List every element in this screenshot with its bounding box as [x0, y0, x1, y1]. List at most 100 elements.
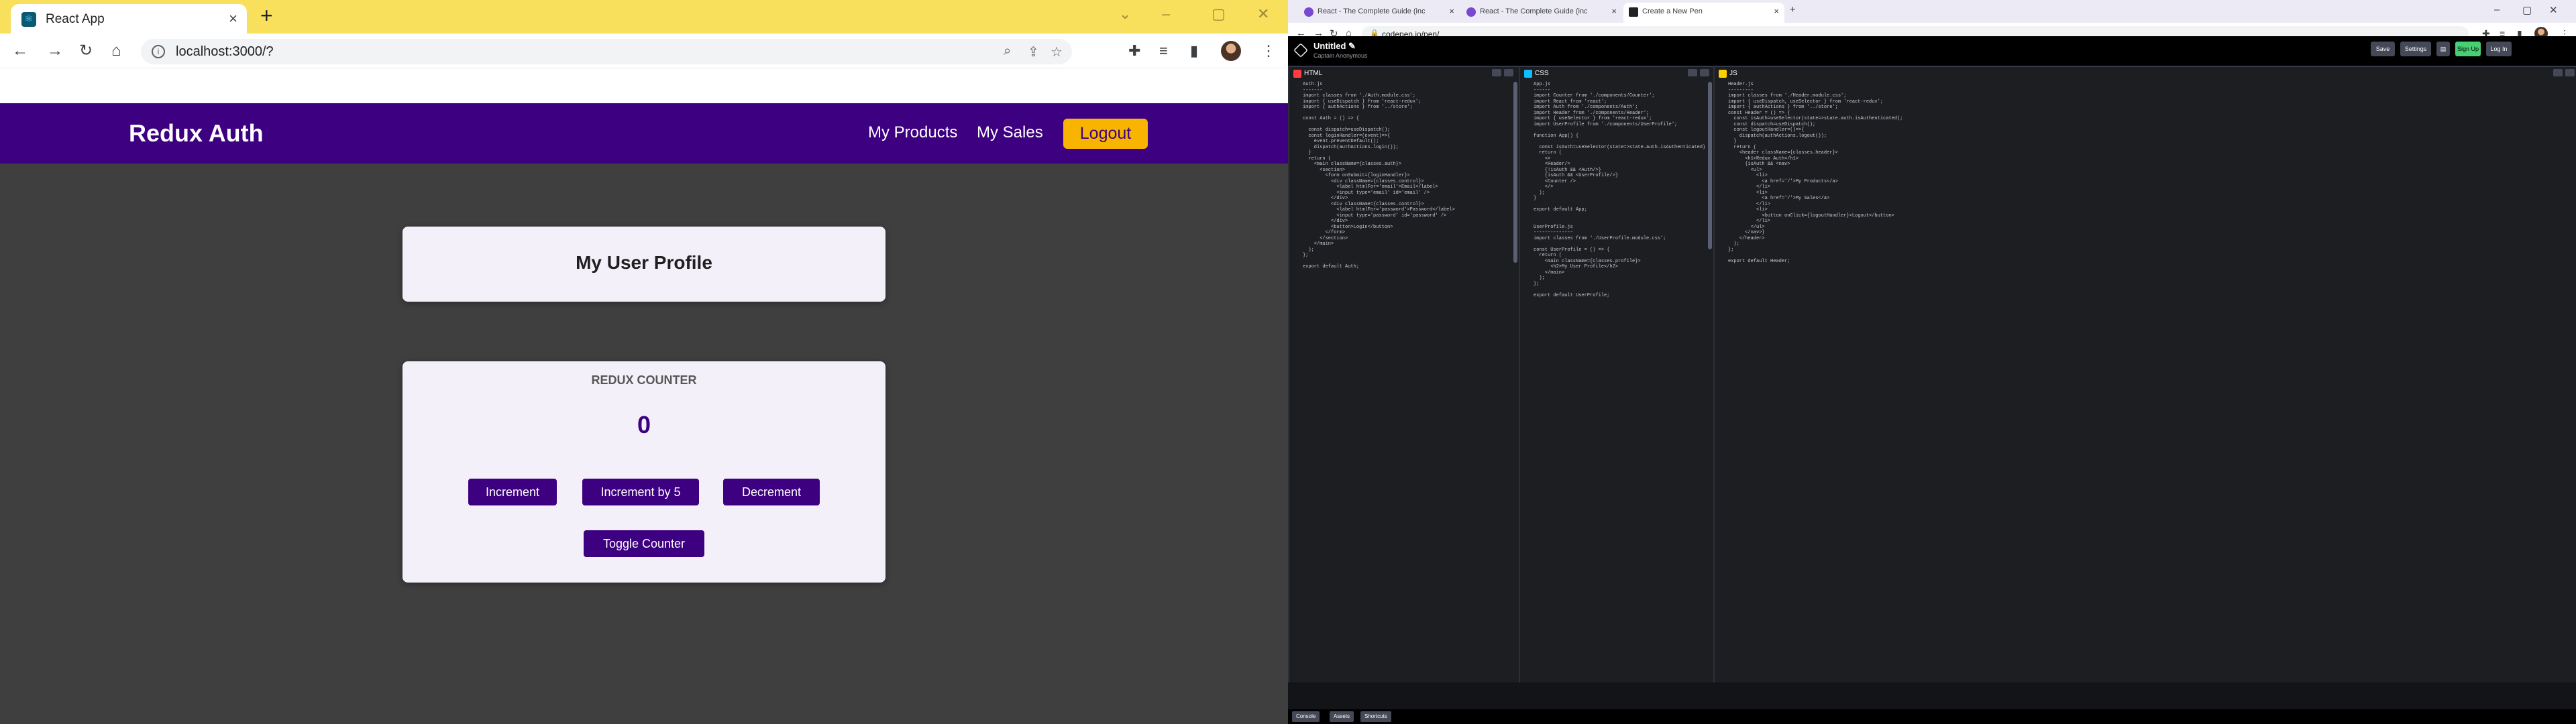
code-line: ); [1728, 241, 1739, 247]
layout-icon[interactable]: ▤ [2436, 42, 2450, 56]
toggle-counter-button[interactable]: Toggle Counter [584, 530, 704, 557]
address-url[interactable]: localhost:3000/? [176, 44, 274, 60]
code-line: import { authActions } from '../store'; [1303, 105, 1413, 110]
code-line: import React from 'react'; [1534, 99, 1607, 105]
avatar[interactable] [1221, 41, 1241, 61]
zoom-icon[interactable]: ⌕ [1004, 44, 1011, 59]
increment-by-5-button[interactable]: Increment by 5 [582, 479, 699, 505]
menu-icon[interactable]: ⋮ [1261, 42, 1276, 60]
chevron-down-icon[interactable] [2565, 69, 2575, 76]
tab-react-guide-2[interactable]: React - The Complete Guide (incl... × [1461, 3, 1622, 23]
pen-title[interactable]: Untitled ✎ [1313, 41, 1356, 52]
extensions-icon[interactable]: ✚ [1128, 42, 1140, 60]
assets-button[interactable]: Assets [1330, 711, 1354, 722]
code-area[interactable]: Header.js --------- import classes from '.… [1715, 82, 2567, 672]
code-line: ------ [1534, 87, 1551, 93]
decrement-button[interactable]: Decrement [723, 479, 820, 505]
settings-icon[interactable] [1492, 69, 1501, 76]
close-icon[interactable]: × [1774, 6, 1779, 16]
code-line: }; [1534, 281, 1540, 287]
scrollbar[interactable] [1513, 82, 1517, 263]
star-icon[interactable]: ☆ [1051, 44, 1063, 60]
counter-card: REDUX COUNTER 0 Increment Increment by 5… [402, 361, 885, 583]
react-icon: ⚛ [21, 12, 36, 27]
increment-button[interactable]: Increment [468, 479, 557, 505]
address-bar[interactable]: i localhost:3000/? ⌕ ⇪ ☆ [141, 39, 1072, 64]
logout-button[interactable]: Logout [1063, 119, 1148, 149]
code-line: </li> [1728, 184, 1771, 190]
share-icon[interactable]: ⇪ [1028, 44, 1039, 60]
new-tab-button[interactable]: + [260, 3, 273, 28]
code-line: <Header/> [1534, 162, 1570, 167]
codepen-logo-icon[interactable] [1293, 43, 1308, 58]
side-panel-icon[interactable]: ▮ [1190, 42, 1198, 60]
right-browser-window: React - The Complete Guide (incl... × Re… [1288, 0, 2576, 724]
close-icon[interactable]: × [1449, 6, 1454, 16]
code-line: import Counter from './components/Counte… [1534, 93, 1655, 99]
profile-card: My User Profile [402, 227, 885, 302]
shortcuts-button[interactable]: Shortcuts [1360, 711, 1391, 722]
chevron-down-icon[interactable] [1504, 69, 1513, 76]
code-line: import classes from './Header.module.css… [1728, 93, 1847, 99]
code-line: </nav>} [1728, 230, 1765, 235]
window-close-icon[interactable]: ✕ [2549, 4, 2558, 16]
profile-title: My User Profile [576, 252, 712, 273]
nav-link-my-sales[interactable]: My Sales [977, 123, 1043, 142]
home-icon[interactable]: ⌂ [111, 42, 121, 60]
reading-list-icon[interactable]: ≡ [1159, 42, 1168, 60]
code-line: </li> [1728, 219, 1771, 224]
pen-title-text[interactable]: Untitled [1313, 41, 1346, 51]
tab-create-new-pen[interactable]: Create a New Pen × [1623, 3, 1784, 23]
scrollbar[interactable] [1708, 82, 1712, 249]
js-editor[interactable]: JS Header.js --------- import classes from… [1713, 66, 2576, 682]
code-line: import { useDispatch } from 'react-redux… [1303, 99, 1421, 105]
settings-button[interactable]: Settings [2400, 42, 2431, 56]
info-icon[interactable]: i [152, 45, 165, 58]
console-button[interactable]: Console [1292, 711, 1320, 722]
sign-up-button[interactable]: Sign Up [2455, 42, 2481, 56]
reload-icon[interactable]: ↻ [79, 42, 93, 60]
html-editor[interactable]: HTML Auth.js ------- import classes from '… [1288, 66, 1519, 682]
code-line: <header className={classes.header}> [1728, 150, 1838, 156]
close-icon[interactable]: × [1611, 6, 1617, 16]
chevron-down-icon[interactable] [1700, 69, 1709, 76]
chevron-down-icon[interactable]: ⌄ [1119, 5, 1131, 23]
code-line: ); [1303, 247, 1314, 253]
back-icon[interactable]: ← [12, 42, 28, 60]
minimize-icon[interactable]: – [2494, 4, 2500, 15]
code-area[interactable]: App.js ------ import Counter from './compo… [1520, 82, 1707, 672]
restore-icon[interactable]: ▢ [1212, 5, 1226, 23]
code-line: Auth.js [1303, 82, 1323, 87]
new-tab-button[interactable]: + [1790, 4, 1796, 15]
code-line: <li> [1728, 207, 1768, 213]
restore-icon[interactable]: ▢ [2522, 4, 2532, 16]
code-line: const dispatch=useDispatch(); [1728, 121, 1816, 127]
code-line: </main> [1303, 241, 1334, 247]
close-icon[interactable]: × [229, 10, 237, 27]
settings-icon[interactable] [2553, 69, 2563, 76]
minimize-icon[interactable]: – [1162, 5, 1170, 23]
nav-link-my-products[interactable]: My Products [868, 123, 957, 142]
window-close-icon[interactable]: ✕ [1257, 5, 1269, 23]
code-line: return ( [1534, 150, 1562, 156]
code-line: } [1303, 150, 1311, 156]
save-button[interactable]: Save [2371, 42, 2395, 56]
counter-title: REDUX COUNTER [591, 373, 697, 387]
code-area[interactable]: Auth.js ------- import classes from './Aut… [1289, 82, 1509, 672]
tab-react-app[interactable]: ⚛ React App × [11, 4, 247, 34]
code-line: const isAuth=useSelector(state=>state.au… [1728, 116, 1903, 121]
code-line: </li> [1728, 201, 1771, 207]
tab-bar: React - The Complete Guide (incl... × Re… [1288, 0, 2576, 23]
code-line: {isAuth && <nav> [1728, 162, 1790, 167]
editor-label: JS [1729, 70, 1737, 77]
log-in-button[interactable]: Log In [2486, 42, 2512, 56]
css-editor[interactable]: CSS App.js ------ import Counter from './c… [1519, 66, 1713, 682]
tab-react-guide-1[interactable]: React - The Complete Guide (incl... × [1299, 3, 1460, 23]
forward-icon[interactable]: → [47, 42, 63, 60]
settings-icon[interactable] [1688, 69, 1697, 76]
code-line: <a href='/'>My Sales</a> [1728, 196, 1830, 201]
